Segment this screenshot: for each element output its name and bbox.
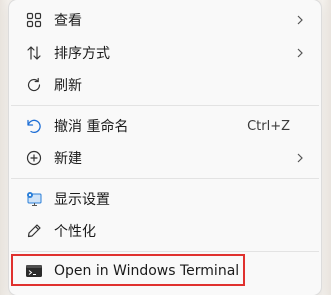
menu-item-open-terminal[interactable]: Open in Windows Terminal xyxy=(9,255,321,287)
menu-item-label: 排序方式 xyxy=(54,46,110,62)
sort-arrows-icon xyxy=(24,43,44,63)
menu-item-label: 刷新 xyxy=(54,78,82,94)
pen-icon xyxy=(24,221,44,241)
menu-item-display-settings[interactable]: 显示设置 xyxy=(9,183,321,215)
plus-circle-icon xyxy=(24,148,44,168)
menu-separator xyxy=(11,251,319,252)
menu-item-personalize[interactable]: 个性化 xyxy=(9,215,321,247)
chevron-right-icon xyxy=(297,153,303,163)
menu-item-new[interactable]: 新建 xyxy=(9,142,321,174)
menu-item-refresh[interactable]: 刷新 xyxy=(9,69,321,101)
menu-item-label: 显示设置 xyxy=(54,192,110,208)
undo-shortcut: Ctrl+Z xyxy=(247,118,290,134)
menu-separator xyxy=(11,105,319,106)
menu-item-label: 个性化 xyxy=(54,224,96,240)
menu-item-label: 新建 xyxy=(54,151,82,167)
grid-icon xyxy=(24,10,44,30)
menu-item-view[interactable]: 查看 xyxy=(9,4,321,36)
menu-item-label: 查看 xyxy=(54,13,82,29)
menu-separator xyxy=(11,178,319,179)
desktop-background-right xyxy=(322,0,331,295)
menu-item-label: 撤消 重命名 xyxy=(54,119,129,135)
refresh-icon xyxy=(24,75,44,95)
menu-item-undo-rename[interactable]: 撤消 重命名 Ctrl+Z xyxy=(9,110,321,142)
display-settings-icon xyxy=(24,189,44,209)
menu-item-label: Open in Windows Terminal xyxy=(54,263,240,279)
terminal-icon xyxy=(24,261,44,281)
menu-item-sort[interactable]: 排序方式 xyxy=(9,37,321,69)
undo-icon xyxy=(24,116,44,136)
chevron-right-icon xyxy=(297,15,303,25)
desktop-context-menu: 查看 排序方式 刷新 撤消 重命名 Ctrl+Z 新建 显示设置 个性化 Ope… xyxy=(9,0,321,295)
chevron-right-icon xyxy=(297,48,303,58)
desktop-background-left xyxy=(0,0,9,295)
